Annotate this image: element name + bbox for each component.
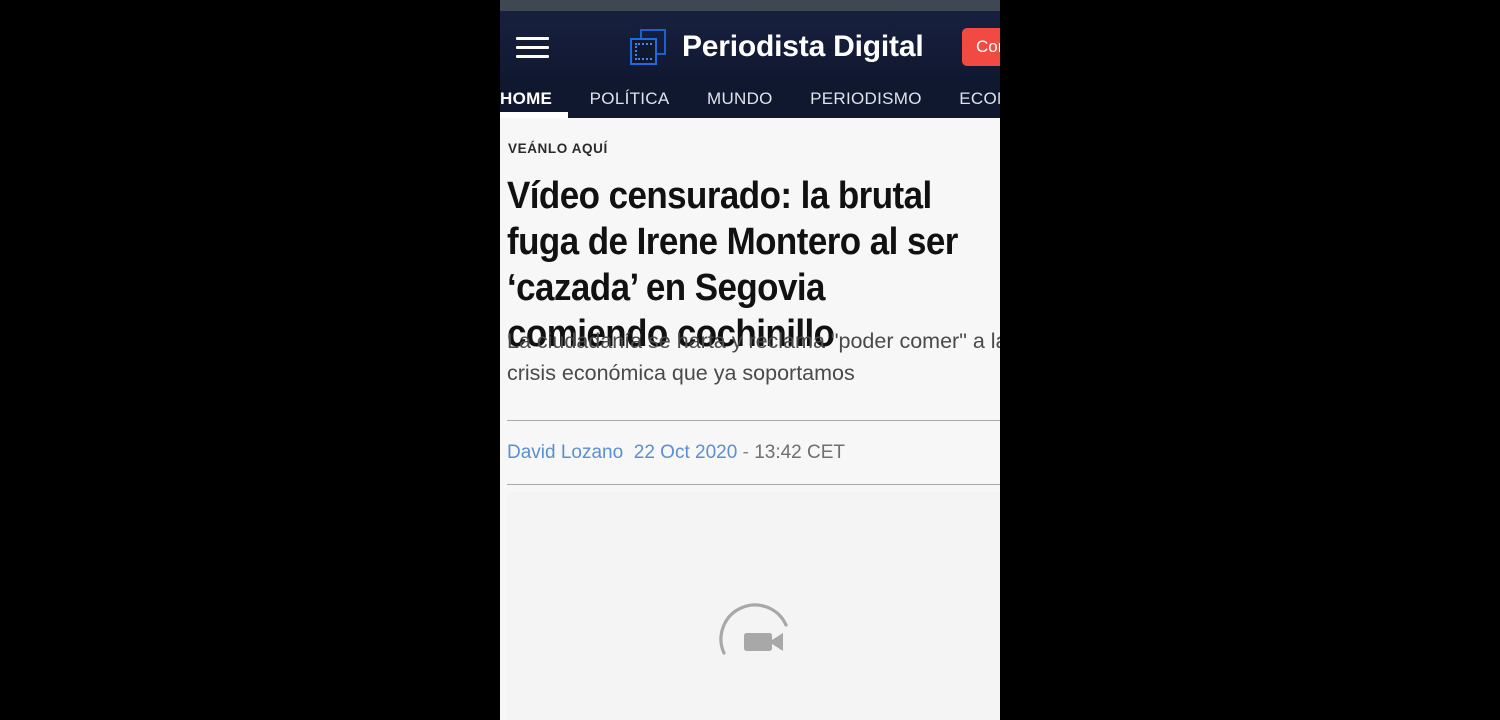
loading-arc-spinner-icon xyxy=(719,603,788,655)
nav-item-home[interactable]: HOME xyxy=(500,83,552,109)
byline-rule-bottom xyxy=(507,484,1000,485)
status-bar-strip xyxy=(500,0,1000,11)
nav-item-mundo[interactable]: MUNDO xyxy=(707,83,773,109)
site-header: Periodista Digital Cont xyxy=(500,11,1000,83)
video-camera-icon xyxy=(744,633,783,651)
nav-item-politica[interactable]: POLÍTICA xyxy=(590,83,670,109)
video-player-placeholder[interactable] xyxy=(507,492,1000,720)
byline-date[interactable]: 22 Oct 2020 xyxy=(634,442,738,463)
overlapping-squares-logo-icon xyxy=(628,27,668,67)
mobile-viewport: Periodista Digital Cont HOME POLÍTICA MU… xyxy=(500,0,1000,720)
hamburger-line xyxy=(515,45,549,49)
screenshot-root: Periodista Digital Cont HOME POLÍTICA MU… xyxy=(0,0,1500,720)
hamburger-line xyxy=(515,36,549,40)
article-standfirst: La ciudadanía se harta y reclama "poder … xyxy=(507,329,1000,385)
hamburger-line xyxy=(515,54,549,58)
byline: David Lozano 22 Oct 2020 - 13:42 CET xyxy=(507,441,845,465)
article-body: VEÁNLO AQUÍ Vídeo censurado: la brutal f… xyxy=(500,118,1000,720)
hamburger-menu-icon[interactable] xyxy=(508,27,556,67)
brand-title: Periodista Digital xyxy=(682,30,924,63)
brand-home-link[interactable]: Periodista Digital xyxy=(628,18,924,76)
byline-rule-top xyxy=(507,420,1000,421)
byline-author[interactable]: David Lozano xyxy=(507,442,623,463)
logo-square-dotted xyxy=(635,43,652,60)
nav-item-periodismo[interactable]: PERIODISMO xyxy=(810,83,922,109)
contact-cta-button[interactable]: Cont xyxy=(962,28,1000,66)
section-nav[interactable]: HOME POLÍTICA MUNDO PERIODISMO ECONO xyxy=(500,83,1000,118)
byline-time: 13:42 CET xyxy=(754,442,846,463)
nav-item-economia[interactable]: ECONO xyxy=(959,83,1000,109)
article-kicker: VEÁNLO AQUÍ xyxy=(508,141,608,156)
